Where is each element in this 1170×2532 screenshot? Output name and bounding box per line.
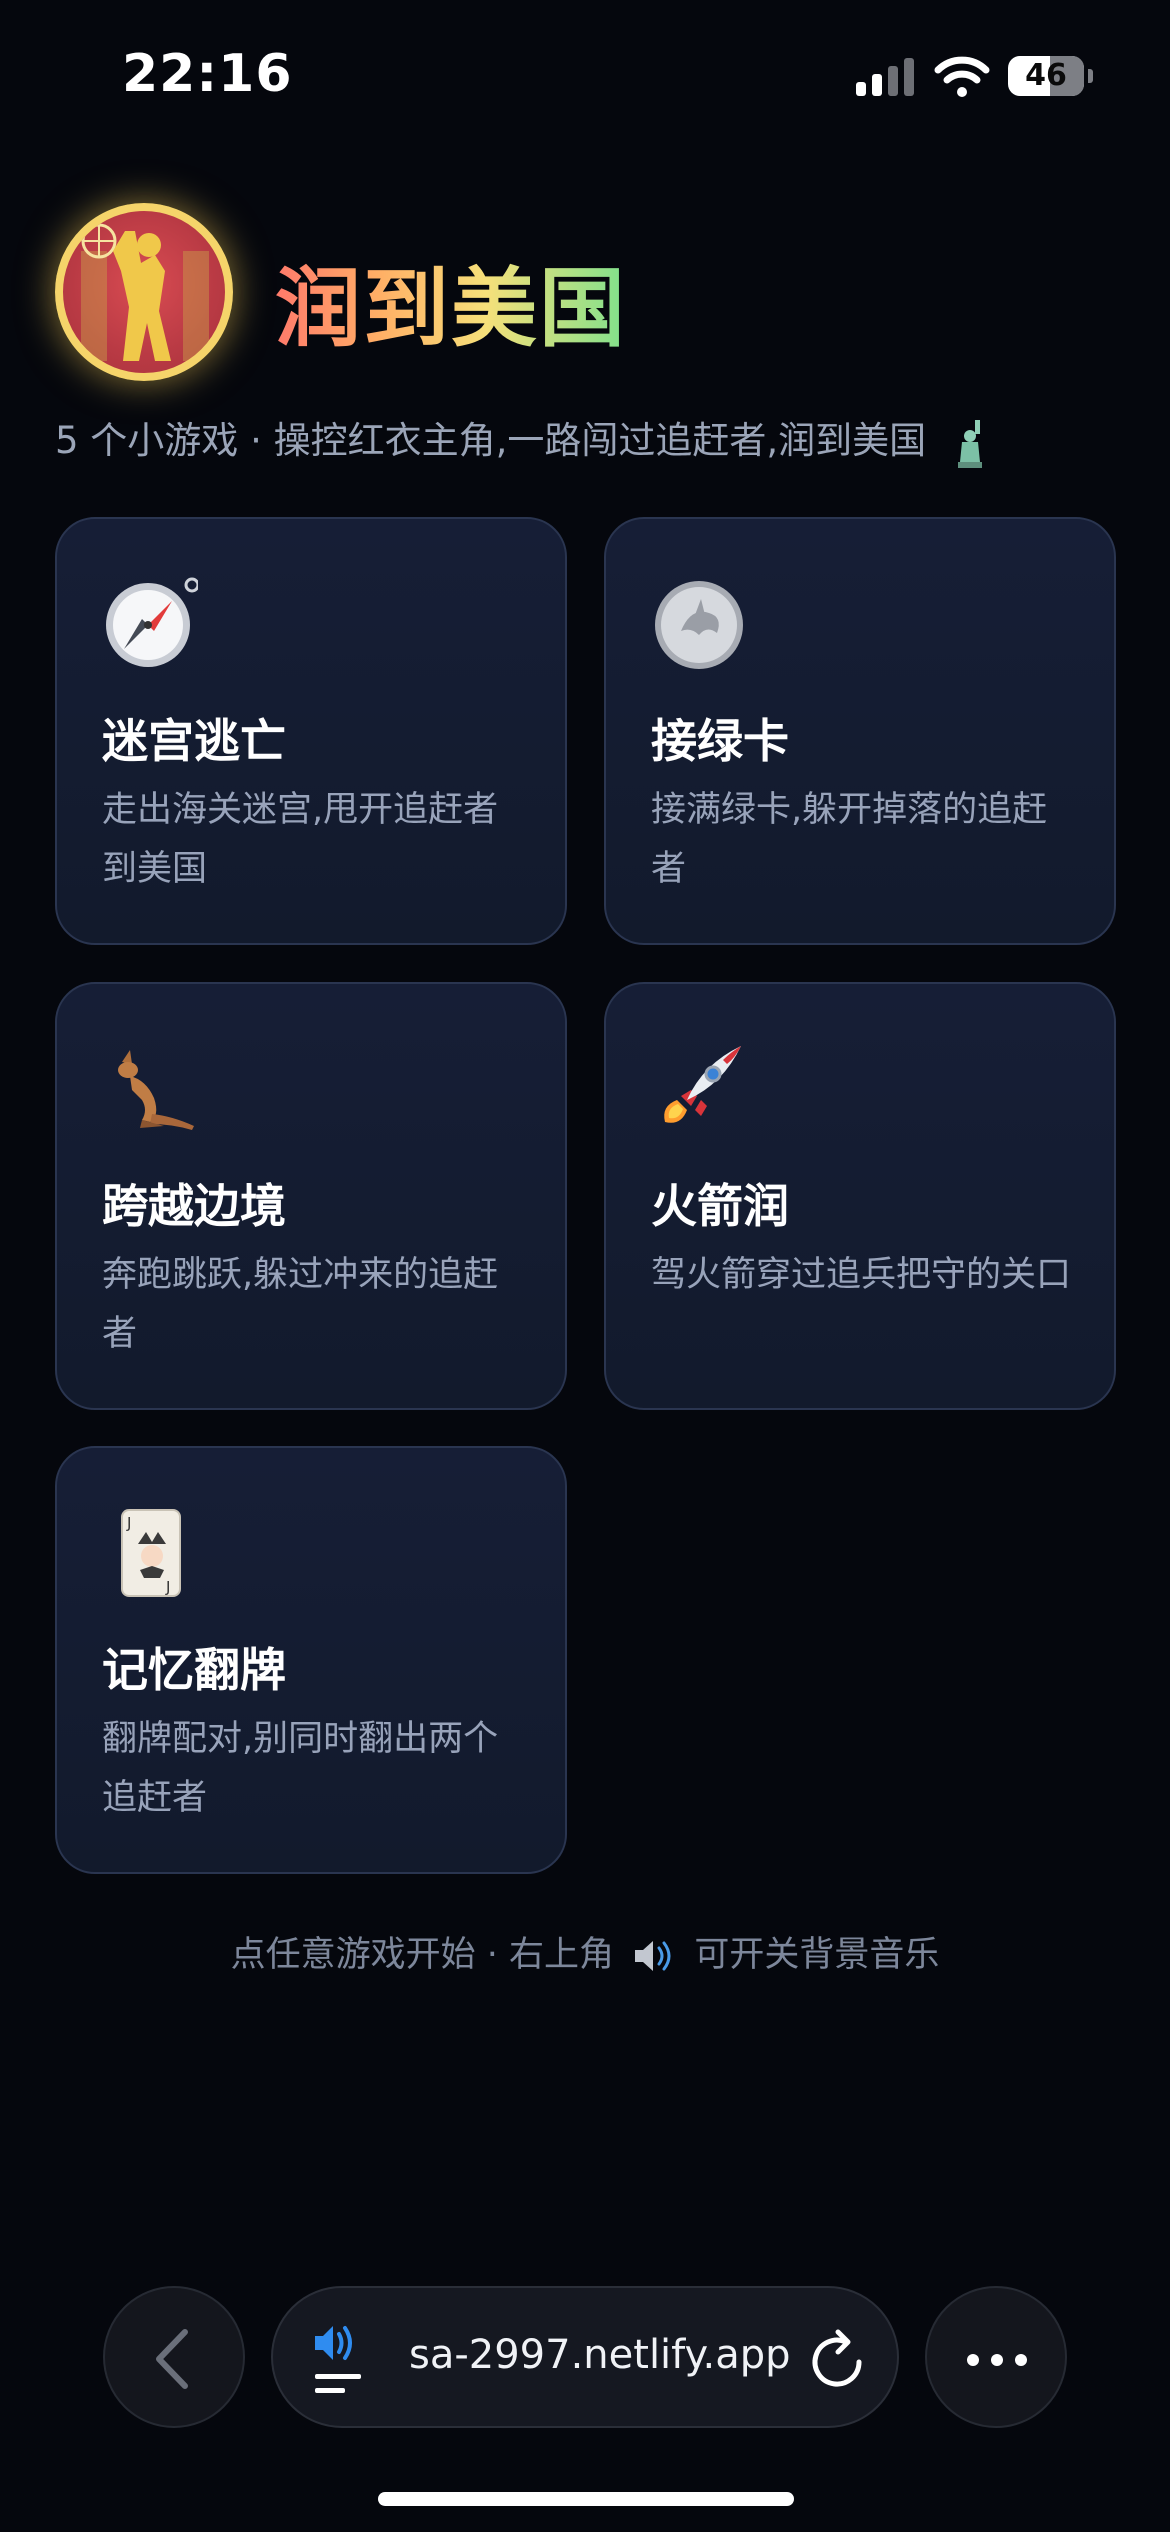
game-card-border[interactable]: 跨越边境 奔跑跳跃,躲过冲来的追赶者 <box>55 982 567 1410</box>
battery-level: 46 <box>1025 58 1067 93</box>
game-card-memory[interactable]: J J 记忆翻牌 翻牌配对,别同时翻出两个追赶者 <box>55 1446 567 1874</box>
hint-text-after: 可开关背景音乐 <box>694 1935 940 1975</box>
game-description: 奔跑跳跃,躲过冲来的追赶者 <box>102 1255 499 1354</box>
compass-icon <box>106 577 198 667</box>
game-card-maze[interactable]: 迷宫逃亡 走出海关迷宫,甩开追赶者到美国 <box>55 517 567 945</box>
back-button[interactable] <box>103 2286 245 2428</box>
wifi-icon <box>934 56 990 97</box>
statue-of-liberty-icon <box>957 419 982 468</box>
kangaroo-icon <box>118 1050 194 1130</box>
game-card-green-card[interactable]: 接绿卡 接满绿卡,躲开掉落的追赶者 <box>604 517 1116 945</box>
game-description: 接满绿卡,躲开掉落的追赶者 <box>651 790 1048 889</box>
page-subtitle: 5 个小游戏 · 操控红衣主角,一路闯过追赶者,润到美国 <box>55 410 990 468</box>
joker-card-icon: J J <box>121 1509 181 1597</box>
status-time: 22:16 <box>122 44 293 104</box>
speaker-icon <box>635 1941 671 1971</box>
hint-text-before: 点任意游戏开始 · 右上角 <box>230 1935 615 1975</box>
svg-text:J: J <box>126 1514 131 1532</box>
url-text: sa-2997.netlify.app <box>409 2332 791 2378</box>
hint-text: 点任意游戏开始 · 右上角 可开关背景音乐 <box>0 1926 1170 1977</box>
svg-text:J: J <box>165 1578 170 1596</box>
subtitle-text: 5 个小游戏 · 操控红衣主角,一路闯过追赶者,润到美国 <box>55 419 927 462</box>
home-indicator <box>378 2492 794 2506</box>
game-title: 接绿卡 <box>651 714 789 768</box>
game-card-rocket[interactable]: 火箭润 驾火箭穿过追兵把守的关口 <box>604 982 1116 1410</box>
rocket-icon <box>664 1046 741 1123</box>
cellular-signal-icon <box>856 58 916 96</box>
game-description: 驾火箭穿过追兵把守的关口 <box>651 1255 1072 1295</box>
more-button[interactable] <box>925 2286 1067 2428</box>
address-bar[interactable]: sa-2997.netlify.app <box>271 2286 899 2428</box>
back-icon <box>156 2329 188 2389</box>
game-title: 火箭润 <box>651 1179 789 1233</box>
game-title: 记忆翻牌 <box>102 1643 286 1697</box>
status-bar: 22:16 46 <box>0 0 1170 150</box>
app-logo <box>55 203 233 381</box>
game-title: 跨越边境 <box>102 1179 286 1233</box>
reload-icon[interactable] <box>808 2328 866 2390</box>
basketball-player-logo <box>81 223 209 361</box>
game-title: 迷宫逃亡 <box>102 714 286 768</box>
battery-icon: 46 <box>1008 56 1093 96</box>
page-sound-icon[interactable] <box>313 2322 373 2398</box>
game-description: 翻牌配对,别同时翻出两个追赶者 <box>102 1719 499 1818</box>
coin-icon <box>655 581 743 669</box>
page-title: 润到美国 <box>275 238 627 363</box>
game-description: 走出海关迷宫,甩开追赶者到美国 <box>102 790 499 889</box>
